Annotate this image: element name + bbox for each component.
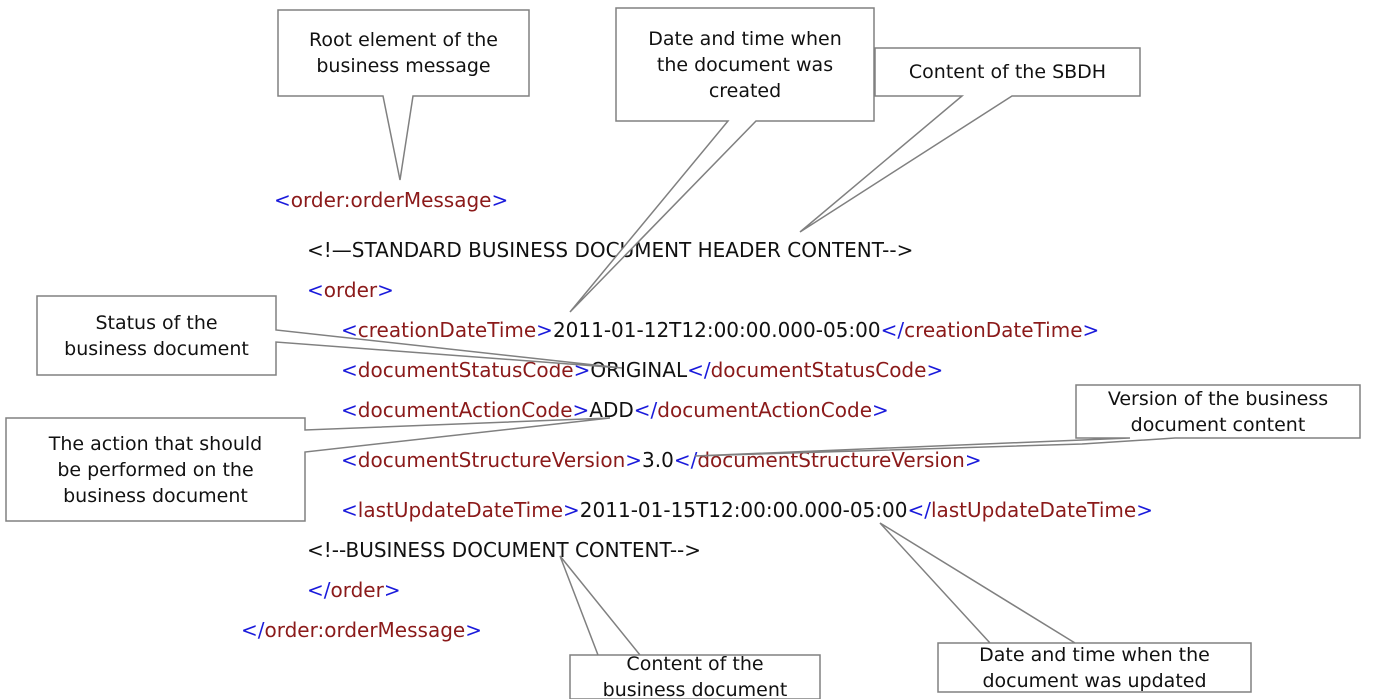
callout-business-content: Content of the business document — [602, 653, 788, 699]
xml-callout-diagram: <order:orderMessage> <!—STANDARD BUSINES… — [0, 0, 1386, 699]
callout-update-date: Date and time when the document was upda… — [979, 643, 1210, 692]
callout-root-element: Root element of the business message — [308, 29, 498, 77]
callout-sbdh-content: Content of the SBDH — [908, 61, 1107, 83]
callout-creation-date: Date and time when the document was crea… — [648, 27, 842, 102]
callout-status: Status of the business document — [64, 311, 249, 360]
callout-action: The action that should be performed on t… — [48, 432, 263, 507]
callout-version: Version of the business document content — [1107, 387, 1329, 436]
